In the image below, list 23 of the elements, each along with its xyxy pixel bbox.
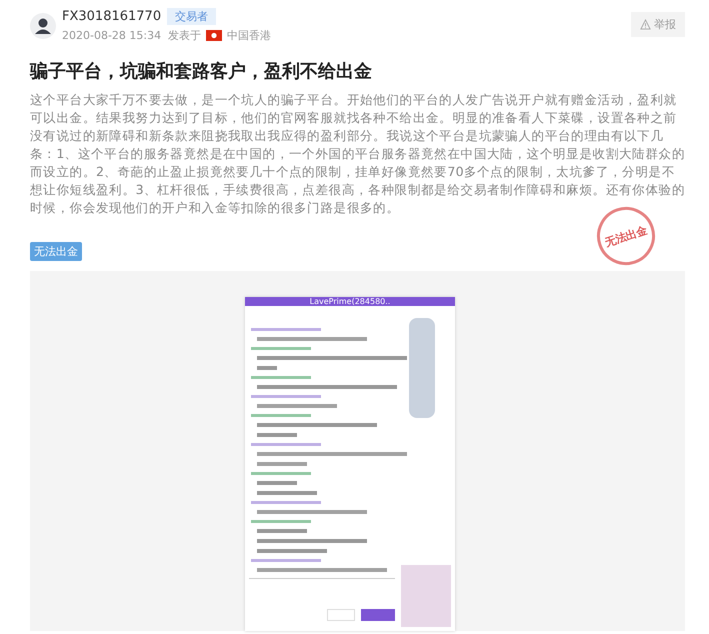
message-line — [251, 414, 311, 417]
message-line — [251, 347, 311, 350]
report-button[interactable]: 举报 — [631, 12, 685, 37]
message-line — [251, 376, 311, 379]
post-title: 骗子平台，坑骗和套路客户，盈利不给出金 — [30, 60, 373, 83]
flag-icon — [206, 30, 222, 41]
ad-photo-placeholder — [401, 565, 451, 627]
posted-in-label: 发表于 — [168, 28, 202, 43]
message-line — [251, 328, 321, 331]
message-line — [251, 501, 321, 504]
avatar-icon — [30, 12, 56, 38]
location-label: 中国香港 — [227, 28, 272, 43]
chat-window-title: LavePrime(284580.. — [310, 297, 390, 306]
message-line — [251, 472, 311, 475]
message-line — [251, 520, 311, 523]
message-line — [251, 559, 321, 562]
message-line — [251, 395, 321, 398]
warning-icon — [640, 19, 651, 30]
tag[interactable]: 无法出金 — [30, 242, 82, 261]
author-name[interactable]: FX3018161770 — [62, 9, 162, 24]
post-date: 2020-08-28 15:34 — [62, 29, 162, 42]
role-badge: 交易者 — [167, 8, 216, 25]
message-line — [251, 443, 321, 446]
